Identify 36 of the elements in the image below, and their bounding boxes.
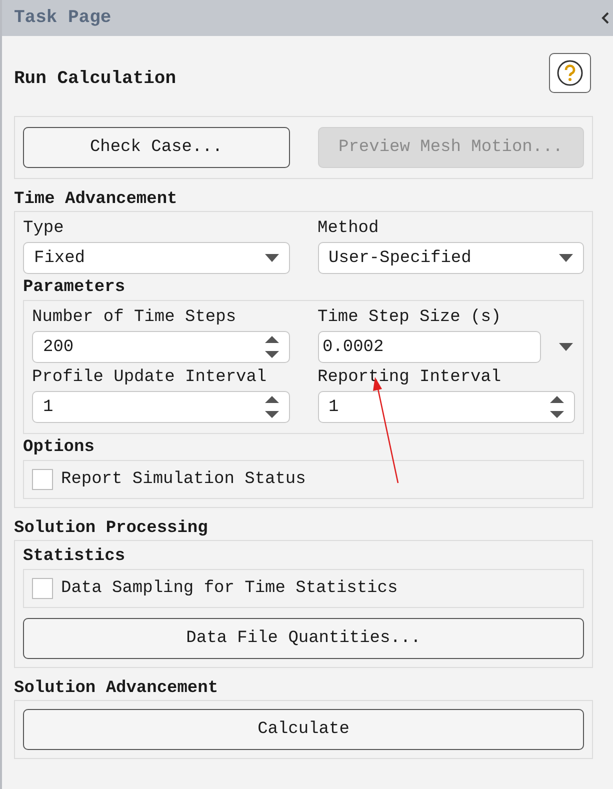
spinner-field[interactable]: 200: [32, 331, 290, 363]
spinner-field[interactable]: 1: [32, 391, 290, 423]
spinner-arrows-icon: [264, 394, 278, 420]
spinner-arrows-icon: [550, 394, 564, 420]
checkbox-label: Report Simulation Status: [61, 470, 306, 489]
input-field[interactable]: 0.0002: [318, 331, 541, 363]
calculate-button[interactable]: Calculate: [23, 709, 584, 750]
units-dropdown-icon[interactable]: [559, 343, 573, 351]
collapse-icon[interactable]: [601, 12, 609, 24]
field-label: Number of Time Steps: [32, 307, 238, 329]
dropdown[interactable]: Fixed: [23, 242, 290, 274]
page-heading: Run Calculation: [14, 68, 176, 89]
dropdown-arrow-icon: [559, 254, 573, 262]
spinner-field[interactable]: 1: [318, 391, 575, 423]
checkbox-label: Data Sampling for Time Statistics: [61, 579, 398, 598]
spinner-arrows-icon: [264, 334, 278, 360]
action-button[interactable]: Check Case...: [23, 127, 290, 168]
section-heading: Options: [23, 438, 96, 458]
data-file-quantities-button[interactable]: Data File Quantities...: [23, 618, 584, 659]
section-heading: Solution Advancement: [14, 678, 220, 700]
field-label: Method: [318, 218, 380, 240]
checkbox[interactable]: [32, 469, 53, 490]
checkbox[interactable]: [32, 578, 53, 599]
help-icon: [556, 59, 584, 87]
field-label: Profile Update Interval: [32, 367, 268, 389]
section-heading: Time Advancement: [14, 189, 178, 211]
dropdown[interactable]: User-Specified: [318, 242, 584, 274]
help-button[interactable]: [549, 53, 591, 93]
section-heading: Statistics: [23, 547, 126, 567]
field-label: Reporting Interval: [318, 367, 502, 389]
panel-title: Task Page: [14, 8, 112, 28]
section-heading: Parameters: [23, 278, 126, 298]
section-heading: Solution Processing: [14, 518, 209, 540]
field-label: Type: [23, 218, 65, 240]
field-label: Time Step Size (s): [318, 307, 502, 329]
dropdown-arrow-icon: [264, 254, 278, 262]
